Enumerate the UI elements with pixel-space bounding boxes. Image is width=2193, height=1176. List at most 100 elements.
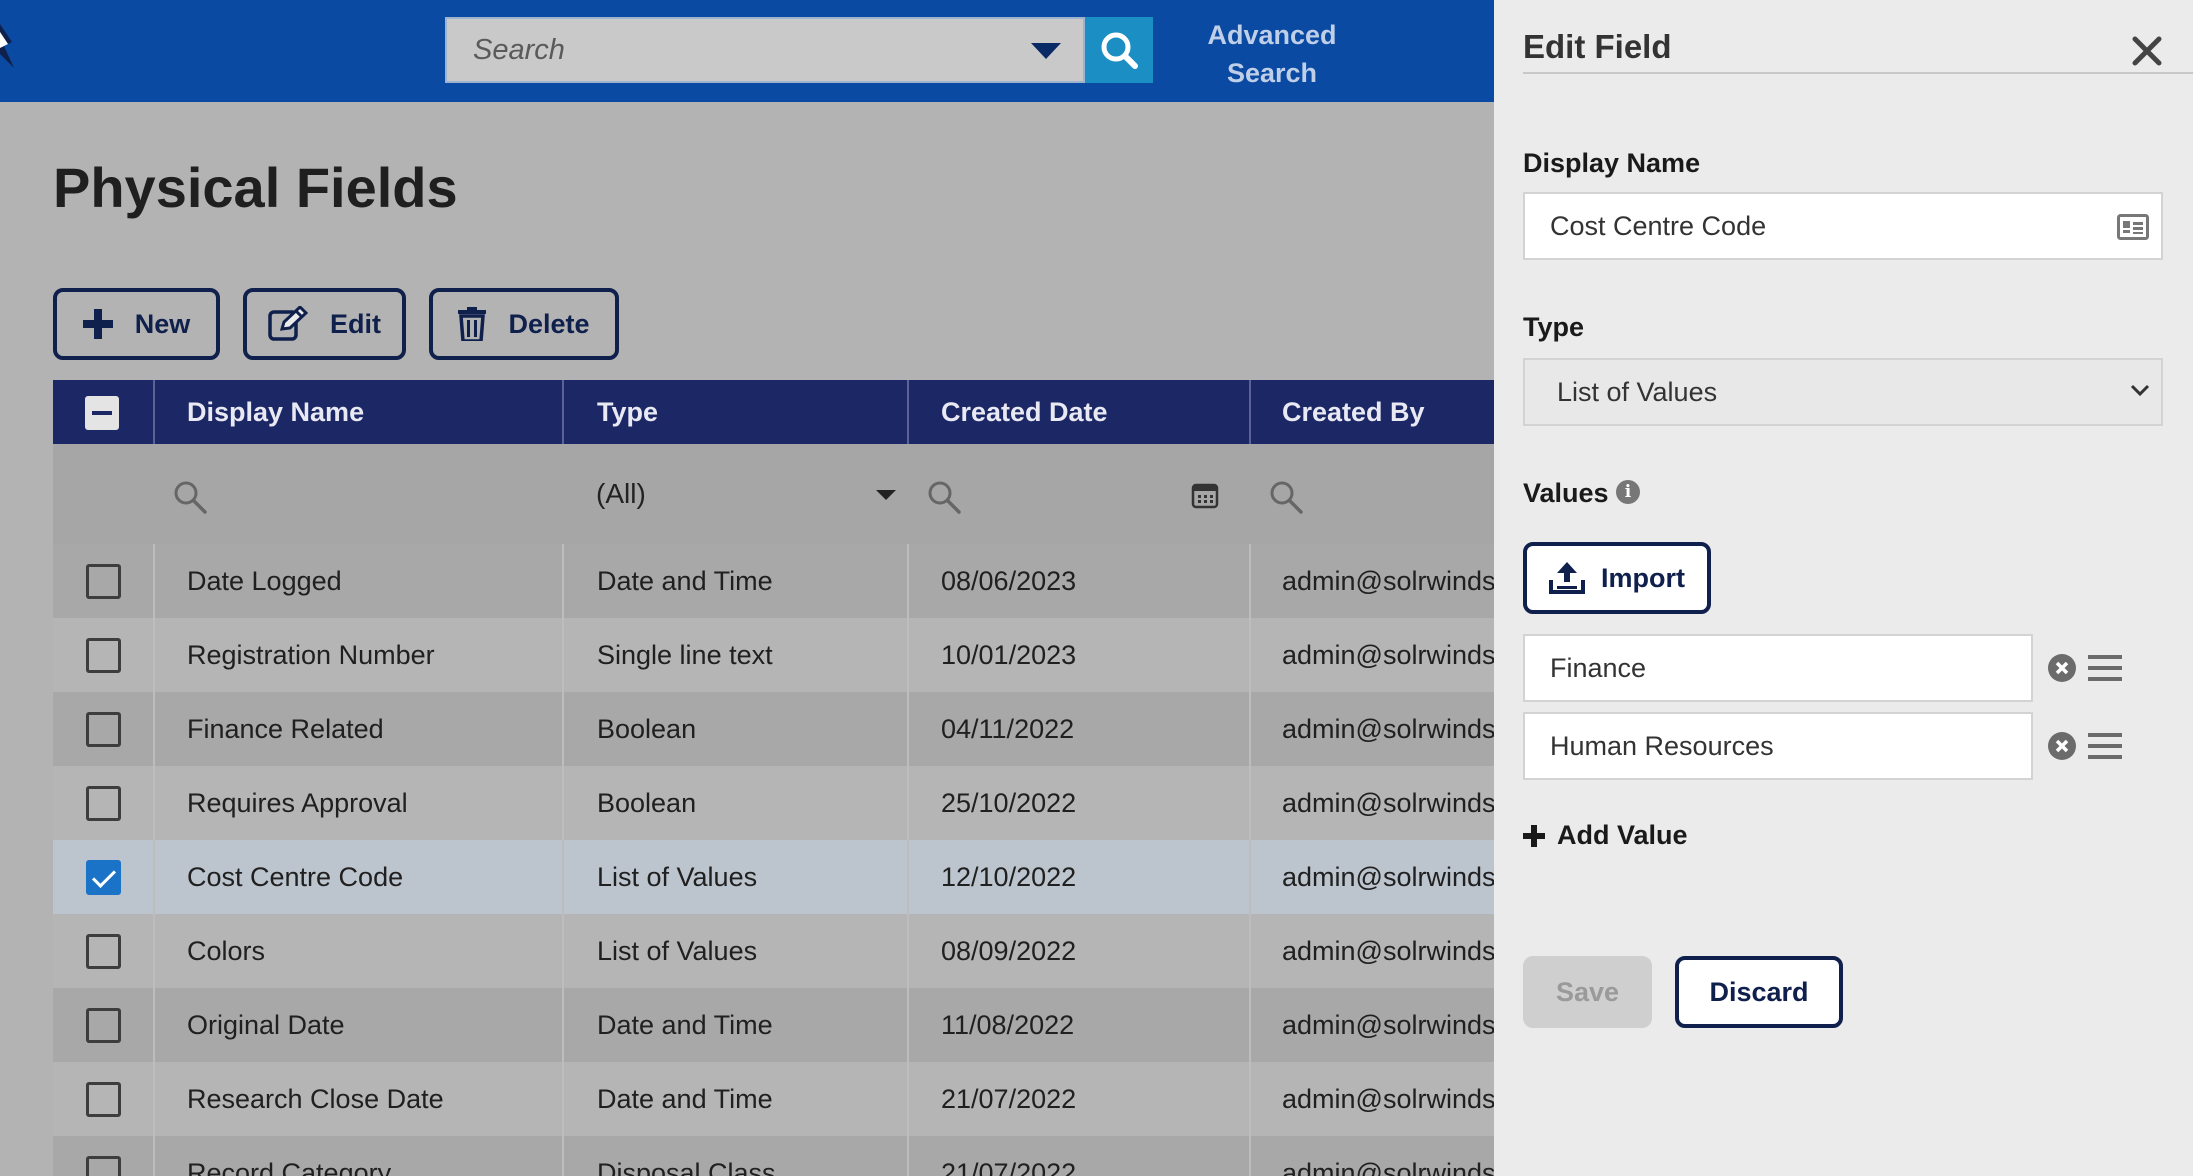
table-row[interactable]: Registration Number Single line text 10/…	[53, 618, 1503, 692]
value-field[interactable]	[1523, 712, 2033, 780]
logo-icon[interactable]	[0, 24, 14, 68]
value-input[interactable]	[1525, 636, 2031, 700]
row-checkbox-checked[interactable]	[86, 860, 121, 895]
row-checkbox[interactable]	[86, 786, 121, 821]
value-field[interactable]	[1523, 634, 2033, 702]
display-name-field[interactable]	[1523, 192, 2163, 260]
cell-created-date: 08/06/2023	[941, 566, 1077, 596]
import-button-label: Import	[1601, 562, 1685, 593]
row-checkbox[interactable]	[86, 564, 121, 599]
cell-created-by: admin@solrwinds.	[1282, 1084, 1503, 1114]
search-icon	[1101, 32, 1138, 69]
type-filter-select[interactable]: (All)	[596, 470, 936, 518]
table-row[interactable]: Finance Related Boolean 04/11/2022 admin…	[53, 692, 1503, 766]
column-divider	[562, 914, 564, 988]
page-title: Physical Fields	[53, 156, 458, 219]
column-divider	[153, 840, 155, 914]
info-icon[interactable]: i	[1616, 480, 1640, 504]
column-divider	[562, 840, 564, 914]
row-checkbox[interactable]	[86, 1008, 121, 1043]
delete-button[interactable]: Delete	[429, 288, 619, 360]
cell-display-name: Cost Centre Code	[187, 862, 404, 892]
column-divider	[1249, 766, 1251, 840]
column-divider	[907, 1062, 909, 1136]
search-scope-dropdown-icon[interactable]	[1031, 43, 1061, 59]
column-divider	[153, 618, 155, 692]
table-row-selected[interactable]: Cost Centre Code List of Values 12/10/20…	[53, 840, 1503, 914]
import-button[interactable]: Import	[1523, 542, 1711, 614]
search-input[interactable]	[447, 19, 1007, 81]
close-icon[interactable]	[2130, 34, 2164, 68]
add-value-label: Add Value	[1557, 820, 1688, 850]
value-input[interactable]	[1525, 714, 2031, 778]
column-divider	[562, 1136, 564, 1176]
column-divider	[562, 1062, 564, 1136]
advanced-search-link[interactable]: Advanced Search	[1192, 16, 1352, 92]
column-divider	[1249, 914, 1251, 988]
drag-handle-icon[interactable]	[2088, 732, 2122, 760]
plus-icon	[1523, 824, 1545, 847]
display-name-input[interactable]	[1525, 194, 2161, 258]
row-checkbox[interactable]	[86, 1082, 121, 1117]
table-row[interactable]: Requires Approval Boolean 25/10/2022 adm…	[53, 766, 1503, 840]
column-header-type[interactable]: Type	[597, 380, 658, 444]
calendar-icon[interactable]	[1191, 481, 1219, 509]
cell-created-date: 12/10/2022	[941, 862, 1077, 892]
row-checkbox[interactable]	[86, 638, 121, 673]
column-divider	[907, 766, 909, 840]
cell-type: Disposal Class	[597, 1158, 776, 1176]
column-divider	[153, 544, 155, 618]
table-row[interactable]: Research Close Date Date and Time 21/07/…	[53, 1062, 1503, 1136]
column-divider	[153, 1062, 155, 1136]
cell-created-by: admin@solrwinds.	[1282, 566, 1503, 596]
display-name-filter-search-icon[interactable]	[173, 480, 207, 514]
table-row[interactable]: Colors List of Values 08/09/2022 admin@s…	[53, 914, 1503, 988]
column-header-created-date[interactable]: Created Date	[941, 380, 1108, 444]
cell-created-by: admin@solrwinds.	[1282, 1010, 1503, 1040]
drag-handle-icon[interactable]	[2088, 654, 2122, 682]
save-button[interactable]: Save	[1523, 956, 1652, 1028]
column-divider	[907, 380, 909, 444]
remove-value-icon[interactable]	[2047, 653, 2077, 683]
column-divider	[907, 914, 909, 988]
table-row[interactable]: Original Date Date and Time 11/08/2022 a…	[53, 988, 1503, 1062]
top-bar: Advanced Search	[0, 0, 1494, 102]
row-checkbox[interactable]	[86, 1156, 121, 1176]
column-divider	[1249, 1062, 1251, 1136]
column-divider	[562, 544, 564, 618]
cell-created-date: 11/08/2022	[941, 1010, 1075, 1040]
cell-type: Date and Time	[597, 1010, 773, 1040]
column-divider	[1249, 380, 1251, 444]
select-all-checkbox[interactable]	[85, 396, 119, 430]
type-label: Type	[1523, 312, 1585, 342]
edit-button[interactable]: Edit	[243, 288, 406, 360]
cell-created-date: 21/07/2022	[941, 1084, 1077, 1114]
discard-button[interactable]: Discard	[1675, 956, 1843, 1028]
table-header: Display Name Type Created Date Created B…	[53, 380, 1494, 444]
remove-value-icon[interactable]	[2047, 731, 2077, 761]
cell-display-name: Date Logged	[187, 566, 342, 596]
table-body: Date Logged Date and Time 08/06/2023 adm…	[53, 544, 1503, 1176]
cell-type: List of Values	[597, 936, 758, 966]
search-button[interactable]	[1085, 17, 1153, 83]
cell-created-date: 25/10/2022	[941, 788, 1077, 818]
row-checkbox[interactable]	[86, 934, 121, 969]
add-value-button[interactable]: Add Value	[1523, 820, 1688, 851]
row-checkbox[interactable]	[86, 712, 121, 747]
column-divider	[562, 618, 564, 692]
column-header-created-by[interactable]: Created By	[1282, 380, 1425, 444]
cell-type: Date and Time	[597, 566, 773, 596]
advanced-search-line2: Search	[1226, 58, 1318, 88]
column-divider	[1249, 692, 1251, 766]
cell-created-by: admin@solrwinds.	[1282, 936, 1503, 966]
column-header-display-name[interactable]: Display Name	[187, 380, 364, 444]
type-select[interactable]: List of Values	[1523, 358, 2163, 426]
column-divider	[1249, 1136, 1251, 1176]
created-by-filter-search-icon[interactable]	[1269, 480, 1303, 514]
created-date-filter-search-icon[interactable]	[927, 480, 961, 514]
new-button[interactable]: New	[53, 288, 220, 360]
table-row[interactable]: Record Category Disposal Class 21/07/202…	[53, 1136, 1503, 1176]
cell-created-by: admin@solrwinds.	[1282, 788, 1503, 818]
column-divider	[1249, 840, 1251, 914]
table-row[interactable]: Date Logged Date and Time 08/06/2023 adm…	[53, 544, 1503, 618]
